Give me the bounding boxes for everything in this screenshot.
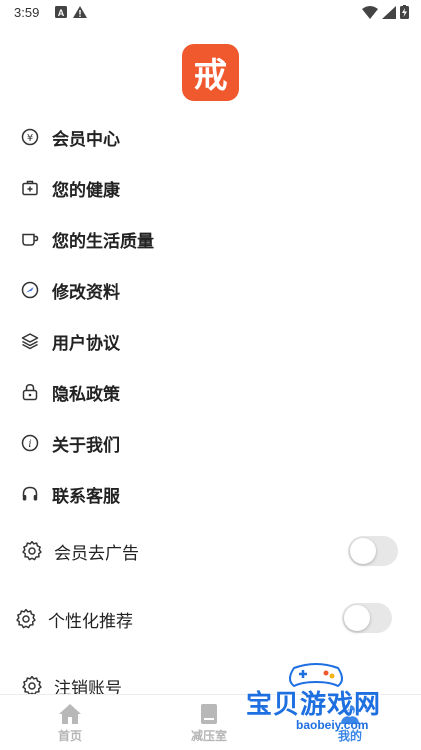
- tab-stress-relief[interactable]: 减压室: [174, 703, 244, 744]
- edit-profile-icon: [20, 280, 40, 300]
- gear-icon: [14, 607, 38, 631]
- menu-label: 关于我们: [52, 435, 120, 456]
- svg-text:¥: ¥: [27, 133, 33, 144]
- menu-item-vip-center[interactable]: ¥ 会员中心: [20, 121, 120, 153]
- setting-label: 会员去广告: [54, 543, 139, 564]
- toggle-knob: [350, 538, 376, 564]
- home-icon: [59, 704, 81, 724]
- menu-item-user-agreement[interactable]: 用户协议: [20, 325, 120, 357]
- app-logo-char: 戒: [193, 56, 228, 96]
- layers-icon: [20, 331, 40, 351]
- menu-item-privacy-policy[interactable]: 隐私政策: [20, 376, 120, 408]
- menu-label: 您的生活质量: [52, 231, 154, 252]
- menu-item-about-us[interactable]: i 关于我们: [20, 427, 120, 459]
- medical-kit-icon: [20, 178, 40, 198]
- menu-item-your-health[interactable]: 您的健康: [20, 172, 120, 204]
- remove-ads-toggle[interactable]: [348, 536, 398, 566]
- menu-label: 修改资料: [52, 282, 120, 303]
- setting-personalized-recommendation: 个性化推荐: [14, 601, 133, 637]
- setting-label: 个性化推荐: [48, 611, 133, 632]
- tab-label: 减压室: [190, 729, 227, 743]
- coffee-cup-icon: [20, 229, 40, 249]
- svg-text:i: i: [28, 439, 31, 450]
- status-right-icons: [362, 5, 409, 19]
- status-bar: 3:59 A: [0, 0, 421, 26]
- signal-icon: [382, 5, 396, 19]
- status-time: 3:59: [14, 5, 40, 20]
- toggle-knob: [344, 605, 370, 631]
- tab-home[interactable]: 首页: [35, 703, 105, 744]
- lock-icon: [20, 382, 40, 402]
- notification-a-icon: A: [55, 6, 67, 18]
- setting-vip-remove-ads: 会员去广告: [20, 533, 139, 569]
- menu-label: 联系客服: [52, 486, 120, 507]
- menu-label: 您的健康: [52, 180, 120, 201]
- tab-label: 首页: [57, 729, 82, 743]
- menu-label: 用户协议: [52, 333, 120, 354]
- menu-item-contact-support[interactable]: 联系客服: [20, 478, 120, 510]
- menu-item-edit-profile[interactable]: 修改资料: [20, 274, 120, 306]
- menu-label: 会员中心: [52, 129, 120, 150]
- menu-item-quality-of-life[interactable]: 您的生活质量: [20, 223, 154, 255]
- menu-label: 隐私政策: [52, 384, 120, 405]
- info-circle-icon: i: [20, 433, 40, 453]
- watermark-url: baobeiy.com: [296, 718, 369, 732]
- svg-text:A: A: [58, 8, 65, 18]
- wifi-icon: [362, 5, 378, 19]
- warning-icon: [73, 6, 87, 18]
- gear-icon: [20, 539, 44, 563]
- app-logo: 戒: [182, 44, 239, 101]
- watermark-title: 宝贝游戏网: [246, 690, 382, 720]
- yen-circle-icon: ¥: [20, 127, 40, 147]
- headset-icon: [20, 484, 40, 504]
- watermark: 宝贝游戏网 baobeiy.com: [246, 660, 396, 750]
- battery-icon: [400, 5, 409, 19]
- personalized-recommendation-toggle[interactable]: [342, 603, 392, 633]
- book-icon: [201, 704, 217, 724]
